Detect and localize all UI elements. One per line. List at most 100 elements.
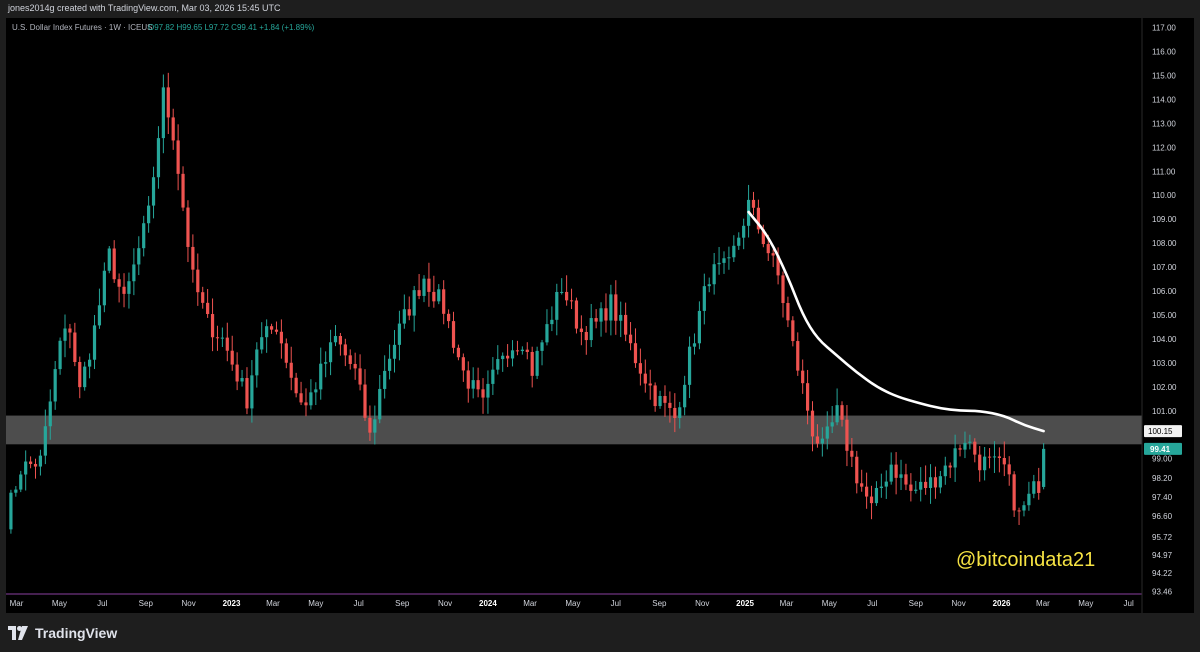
- candle-body: [992, 456, 997, 458]
- candle-body: [506, 355, 510, 359]
- candle-body: [486, 383, 490, 398]
- tradingview-logo[interactable]: TradingView: [8, 621, 117, 645]
- candle-body: [68, 328, 72, 333]
- watermark-handle: @bitcoindata21: [956, 549, 1095, 571]
- y-tick-label: 115.00: [1152, 71, 1176, 80]
- candle-body: [9, 492, 13, 530]
- candle-body: [584, 331, 588, 341]
- candle-body: [240, 378, 244, 382]
- x-tick-label: May: [822, 599, 837, 608]
- candle-body: [191, 246, 195, 270]
- candle-body: [137, 248, 141, 265]
- x-tick-label: 2026: [993, 599, 1011, 608]
- x-tick-label: 2023: [223, 599, 241, 608]
- candle-body: [48, 401, 52, 427]
- candle-body: [663, 395, 667, 403]
- y-tick-label: 108.00: [1152, 239, 1177, 248]
- x-tick-label: Mar: [266, 599, 280, 608]
- candle-body: [624, 314, 628, 335]
- candle-body: [422, 278, 426, 296]
- candle-body: [668, 402, 672, 408]
- candle-body: [978, 454, 982, 471]
- candle-body: [476, 380, 480, 390]
- candle-body: [535, 350, 539, 376]
- candle-body: [176, 140, 180, 174]
- candle-body: [220, 337, 224, 339]
- candle-body: [107, 248, 111, 271]
- candle-body: [953, 448, 957, 468]
- candle-body: [820, 438, 824, 444]
- candle-body: [446, 313, 451, 322]
- candle-body: [333, 336, 338, 343]
- x-tick-label: May: [565, 599, 580, 608]
- candle-body: [378, 388, 382, 420]
- current-price-label: 99.41: [1150, 445, 1171, 454]
- candle-body: [919, 481, 923, 490]
- candle-body: [604, 308, 608, 321]
- candle-body: [958, 448, 962, 450]
- candle-body: [727, 257, 731, 259]
- candle-body: [368, 417, 372, 433]
- x-tick-label: Mar: [523, 599, 537, 608]
- candle-body: [53, 369, 57, 402]
- y-tick-label: 109.00: [1152, 215, 1177, 224]
- candle-body: [914, 489, 918, 491]
- candle-body: [156, 138, 161, 178]
- candle-body: [825, 426, 829, 439]
- candle-body: [14, 489, 18, 493]
- x-tick-label: Nov: [952, 599, 966, 608]
- candle-body: [88, 359, 92, 367]
- candle-body: [692, 343, 697, 347]
- candle-body: [673, 407, 677, 419]
- candle-body: [122, 286, 126, 294]
- candle-body: [869, 496, 874, 504]
- y-tick-label: 99.00: [1152, 455, 1173, 464]
- candle-body: [781, 275, 785, 304]
- candle-body: [466, 370, 470, 389]
- candle-body: [924, 481, 928, 488]
- chart-area[interactable]: 117.00 116.00 115.00 114.00 113.00 112.00 111.…: [6, 18, 1194, 613]
- x-tick-label: Mar: [1036, 599, 1050, 608]
- candle-body: [540, 342, 544, 351]
- candle-body: [938, 476, 942, 488]
- x-tick-label: Sep: [139, 599, 154, 608]
- y-tick-label: 113.00: [1152, 119, 1176, 128]
- x-tick-label: May: [308, 599, 323, 608]
- y-tick-label: 104.00: [1152, 335, 1177, 344]
- candle-body: [471, 380, 475, 389]
- candle-body: [702, 286, 706, 311]
- y-tick-label: 94.22: [1152, 569, 1173, 578]
- candle-body: [609, 294, 613, 321]
- candle-body: [328, 342, 333, 363]
- candle-body: [815, 436, 820, 444]
- x-tick-label: Jul: [354, 599, 364, 608]
- candle-body: [614, 294, 618, 321]
- candle-body: [569, 300, 574, 302]
- candle-body: [1032, 481, 1036, 494]
- candle-body: [545, 324, 549, 343]
- y-tick-label: 103.00: [1152, 359, 1177, 368]
- candle-body: [687, 346, 692, 385]
- x-tick-label: Jul: [97, 599, 107, 608]
- candle-body: [791, 320, 795, 342]
- y-tick-label: 110.00: [1152, 191, 1176, 200]
- candle-body: [274, 329, 279, 332]
- candle-body: [732, 245, 736, 258]
- ohlc-legend: O97.82 H99.65 L97.72 C99.41 +1.84 (+1.89…: [148, 23, 315, 32]
- candle-body: [19, 474, 23, 490]
- candle-body: [265, 326, 269, 338]
- candle-body: [151, 177, 156, 206]
- footer-bar: TradingView: [0, 613, 1200, 652]
- candle-body: [525, 349, 529, 352]
- candle-body: [619, 314, 623, 321]
- candle-body: [363, 384, 367, 418]
- candle-body: [948, 465, 952, 468]
- candle-body: [933, 477, 938, 488]
- price-chart[interactable]: 117.00 116.00 115.00 114.00 113.00 112.00 111.…: [6, 18, 1194, 613]
- candle-body: [299, 393, 303, 403]
- candle-body: [491, 369, 495, 384]
- candle-body: [697, 310, 702, 344]
- x-tick-label: May: [52, 599, 67, 608]
- candle-body: [171, 117, 175, 141]
- candle-body: [771, 253, 775, 256]
